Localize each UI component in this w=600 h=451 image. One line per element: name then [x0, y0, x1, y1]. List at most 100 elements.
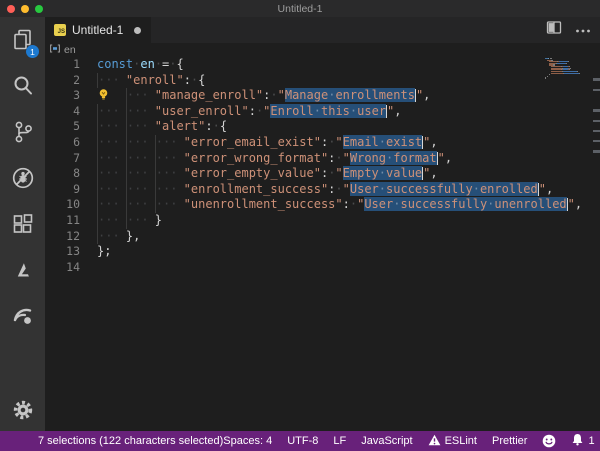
line-number[interactable]: 2 [45, 73, 80, 89]
sidebar-item-settings[interactable] [0, 389, 45, 431]
indent-guide: ··· [97, 103, 126, 120]
selected-text[interactable]: Enroll·this·user [270, 103, 387, 118]
notification-count: 1 [588, 435, 595, 447]
indent-guide: ··· [125, 166, 155, 182]
selection-mark [592, 150, 600, 153]
selection-mark [592, 119, 600, 122]
tab-label: Untitled-1 [72, 23, 124, 37]
swoosh-extension-icon [10, 303, 36, 329]
code-line[interactable]: 13}; [45, 244, 600, 260]
code-lines: 1 const·en·=·{2 ··· "enroll":·{3 ··· "manage_… [45, 57, 600, 275]
line-number[interactable]: 8 [45, 166, 80, 182]
indent-guide: ··· [125, 103, 155, 120]
breadcrumb-symbol-label[interactable]: en [64, 44, 76, 56]
code-line[interactable]: 5 ··· ··· "alert":·{ [45, 119, 600, 135]
titlebar: Untitled-1 [0, 0, 600, 17]
selection-mark [592, 88, 600, 91]
line-number[interactable]: 7 [45, 151, 80, 167]
code-line[interactable]: 1 const·en·=·{ [45, 57, 600, 73]
sidebar-item-search[interactable] [0, 63, 45, 109]
selected-text[interactable]: Wrong·format [349, 150, 437, 165]
split-editor-button[interactable] [546, 20, 562, 40]
indent-guide: ··· [154, 166, 184, 182]
code-line[interactable]: 10 ··· ··· ··· "unenrollment_success":·"User… [45, 197, 600, 213]
code-line[interactable]: 11 ··· ···} [45, 212, 600, 229]
sidebar-item-explorer[interactable]: 1 [0, 17, 45, 63]
debug-no-bug-icon [10, 165, 36, 191]
selected-text[interactable]: Email·exist [342, 134, 423, 149]
indent-guide: ··· [97, 134, 126, 151]
sidebar-item-extensions[interactable] [0, 201, 45, 247]
activity-bar: 1 [0, 17, 45, 431]
indent-guide: ··· [97, 166, 126, 182]
selection-status[interactable]: 7 selections (122 characters selected) [38, 435, 223, 447]
prettier-status[interactable]: Prettier [492, 435, 527, 447]
unsaved-changes-dot-icon[interactable] [134, 26, 142, 34]
selected-text[interactable]: User·successfully·enrolled [349, 181, 538, 196]
encoding-status[interactable]: UTF-8 [287, 435, 318, 447]
feedback-smiley-button[interactable] [542, 434, 556, 448]
line-number[interactable]: 9 [45, 182, 80, 198]
text-cursor [566, 198, 568, 212]
language-status[interactable]: JavaScript [361, 435, 412, 447]
indent-guide: ··· [97, 72, 126, 89]
text-cursor [386, 104, 388, 118]
selection-mark [592, 109, 600, 112]
indentation-status[interactable]: Spaces: 4 [223, 435, 272, 447]
line-number[interactable]: 10 [45, 197, 80, 213]
indent-guide: ··· [125, 212, 155, 229]
code-line[interactable]: 2 ··· "enroll":·{ [45, 72, 600, 89]
line-number[interactable]: 11 [45, 213, 80, 229]
line-number[interactable]: 12 [45, 229, 80, 245]
text-cursor [422, 167, 424, 181]
line-number[interactable]: 13 [45, 244, 80, 260]
code-line[interactable]: 3 ··· "manage_enroll":·"Manage·enrollments… [45, 88, 600, 104]
extensions-icon [11, 212, 35, 236]
indent-guide: ··· [154, 181, 184, 198]
tab-bar: JS Untitled-1 [45, 17, 600, 43]
code-line[interactable]: 12 ···}, [45, 228, 600, 245]
selected-text[interactable]: Empty·value [342, 166, 423, 181]
code-editor[interactable]: 1 const·en·=·{2 ··· "enroll":·{3 ··· "manage_… [45, 57, 600, 431]
text-cursor [414, 89, 416, 103]
line-number[interactable]: 1 [45, 57, 80, 73]
warning-icon [428, 434, 441, 449]
code-line[interactable]: 14 [45, 260, 600, 276]
more-actions-button[interactable] [575, 21, 591, 39]
line-number[interactable]: 4 [45, 104, 80, 120]
sidebar-item-debug[interactable] [0, 155, 45, 201]
line-number[interactable]: 14 [45, 260, 80, 276]
code-line[interactable]: 8 ··· ··· ··· "error_empty_value":·"Empty·va… [45, 166, 600, 182]
eol-status[interactable]: LF [333, 435, 346, 447]
code-line[interactable]: 6 ··· ··· ··· "error_email_exist":·"Email·ex… [45, 134, 600, 151]
status-bar: 7 selections (122 characters selected) S… [0, 431, 600, 451]
indent-guide: ··· [97, 181, 126, 198]
sidebar-item-azure[interactable] [0, 247, 45, 293]
tab-untitled-1[interactable]: JS Untitled-1 [45, 17, 152, 43]
overview-ruler[interactable] [592, 57, 600, 431]
eslint-status[interactable]: ESLint [428, 434, 477, 449]
line-number[interactable]: 5 [45, 119, 80, 135]
selected-text[interactable]: User·successfully·unenrolled [364, 197, 567, 212]
minimap[interactable] [545, 57, 592, 87]
text-cursor [537, 182, 539, 196]
notifications-bell[interactable]: 1 [571, 433, 595, 449]
line-number[interactable]: 3 [45, 88, 80, 104]
sidebar-item-extension-custom[interactable] [0, 293, 45, 339]
breadcrumb[interactable]: en [45, 43, 600, 57]
quickfix-lightbulb-icon[interactable] [97, 88, 126, 105]
indent-guide: ··· [97, 228, 126, 245]
indent-guide: ··· [154, 134, 184, 151]
sidebar-item-source-control[interactable] [0, 109, 45, 155]
text-cursor [436, 151, 438, 165]
window-title: Untitled-1 [277, 2, 323, 15]
code-line[interactable]: 9 ··· ··· ··· "enrollment_success":·"User·su… [45, 181, 600, 198]
vscode-window: Untitled-1 1 JS Untitled-1 en 1 const·en… [0, 0, 600, 451]
code-line[interactable]: 7 ··· ··· ··· "error_wrong_format":·"Wrong·f… [45, 150, 600, 167]
code-line[interactable]: 4 ··· ··· "user_enroll":·"Enroll·this·user"… [45, 103, 600, 120]
indent-guide: ··· [125, 119, 155, 135]
indent-guide: ··· [97, 212, 126, 229]
line-number[interactable]: 6 [45, 135, 80, 151]
selection-mark [592, 129, 600, 133]
selected-text[interactable]: Manage·enrollments [284, 88, 415, 103]
